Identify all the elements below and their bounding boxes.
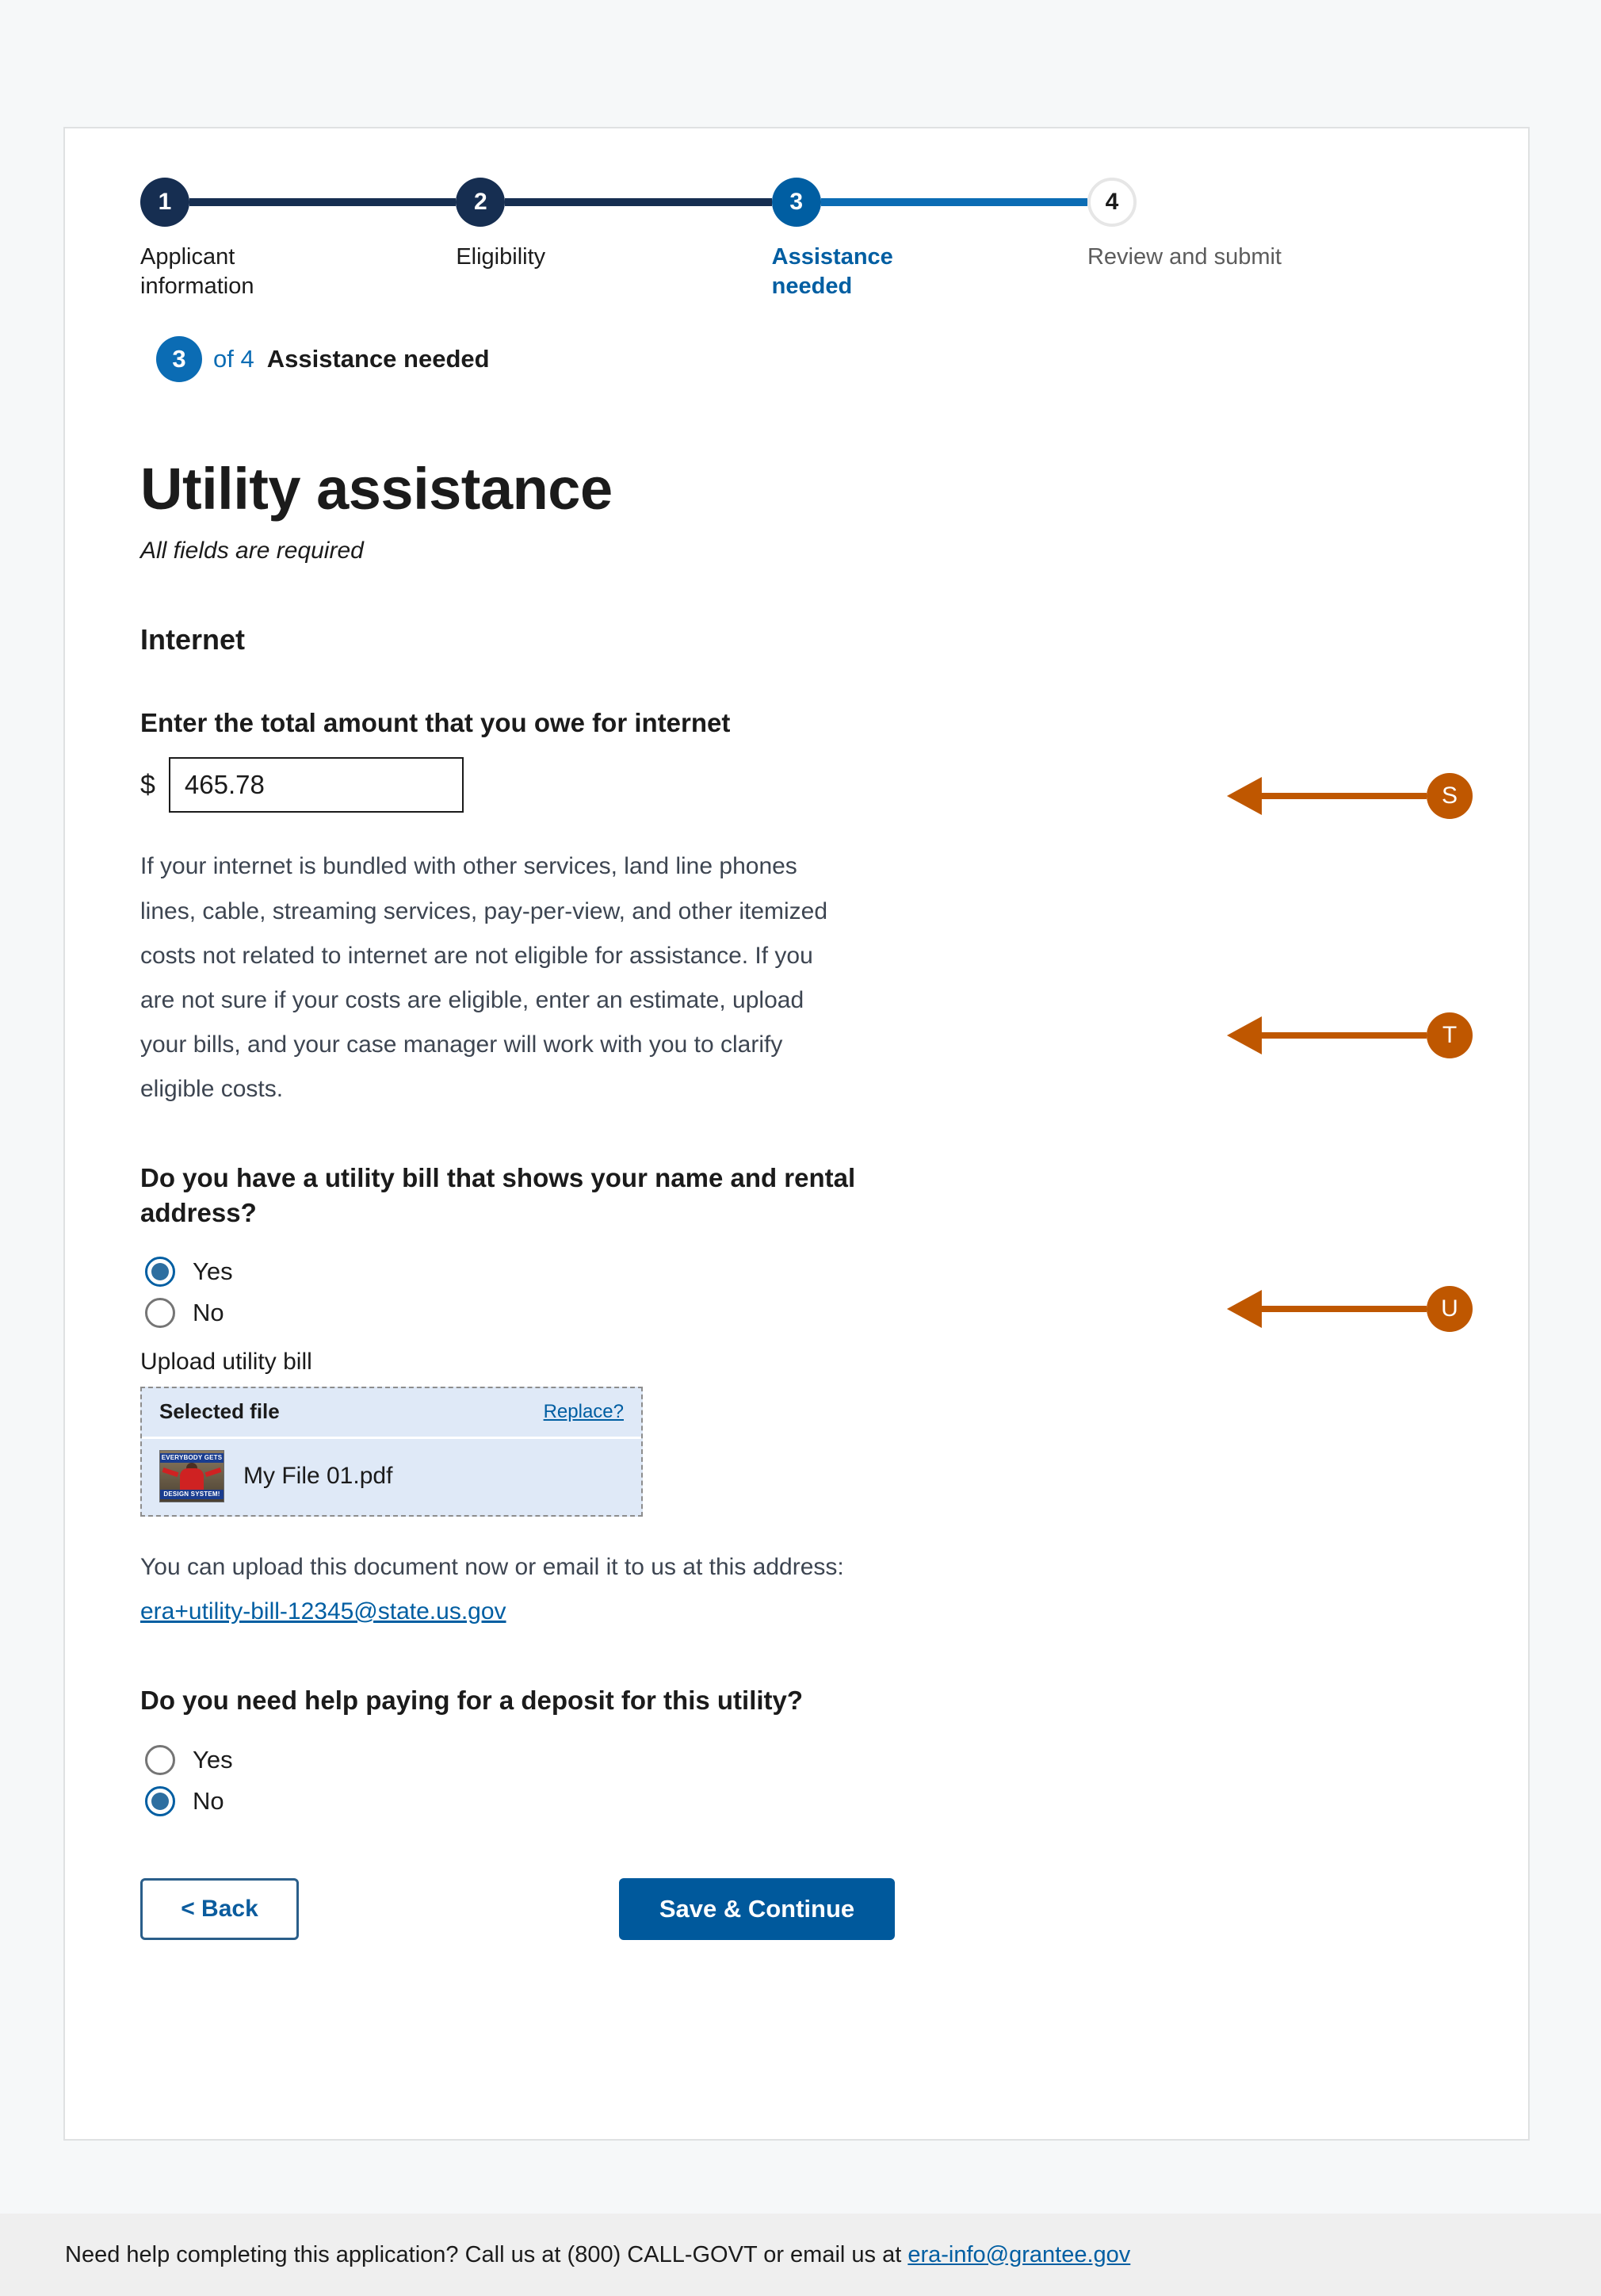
- thumbnail-figure-arm-left: [162, 1468, 179, 1478]
- radio-icon-unselected[interactable]: [145, 1744, 175, 1775]
- progress-step-3-label: Assistance needed: [771, 244, 893, 300]
- progress-step-2[interactable]: 2 Eligibility: [456, 178, 772, 272]
- progress-step-1[interactable]: 1 Applicant information: [140, 178, 457, 301]
- upload-email-note: You can upload this document now or emai…: [140, 1545, 854, 1634]
- file-upload-header: Selected file Replace?: [142, 1388, 641, 1440]
- progress-step-indicator: 1 Applicant information 2 Eligibility 3 …: [140, 178, 1282, 301]
- bill-question-radio-group: Yes No: [140, 1257, 1528, 1329]
- thumbnail-top-caption: EVERYBODY GETS A: [160, 1453, 224, 1464]
- progress-step-4-bullet: 4: [1087, 178, 1137, 227]
- progress-step-4-row: 4: [1087, 178, 1282, 227]
- step-counter: 3 of 4 Assistance needed: [156, 336, 1528, 383]
- dollar-sign-prefix: $: [140, 769, 155, 800]
- card-inner: 1 Applicant information 2 Eligibility 3 …: [65, 128, 1528, 2139]
- progress-step-1-bullet: 1: [140, 178, 189, 227]
- progress-step-4-label: Review and submit: [1087, 244, 1282, 270]
- form-content: Utility assistance All fields are requir…: [140, 458, 1528, 1940]
- application-card: 1 Applicant information 2 Eligibility 3 …: [63, 127, 1530, 2141]
- progress-step-2-label: Eligibility: [456, 244, 546, 270]
- page-footer: Need help completing this application? C…: [0, 2214, 1601, 2296]
- page-title: Utility assistance: [140, 456, 613, 522]
- radio-icon-selected[interactable]: [145, 1257, 175, 1288]
- bill-question-option-no[interactable]: No: [140, 1298, 1528, 1329]
- thumbnail-figure-arm-right: [204, 1468, 222, 1478]
- deposit-question-option-no[interactable]: No: [140, 1785, 1528, 1816]
- progress-connector-1: [189, 198, 457, 206]
- step-counter-of: of 4: [213, 345, 254, 373]
- footer-help-text: Need help completing this application? C…: [65, 2242, 1130, 2268]
- internet-amount-input[interactable]: [168, 757, 464, 813]
- deposit-question-option-yes[interactable]: Yes: [140, 1744, 1528, 1775]
- bill-question-option-no-label: No: [193, 1299, 224, 1327]
- footer-text-prefix: Need help completing this application? C…: [65, 2241, 908, 2267]
- progress-step-1-row: 1: [140, 178, 457, 227]
- bill-question-label: Do you have a utility bill that shows yo…: [140, 1163, 856, 1227]
- save-and-continue-button[interactable]: Save & Continue: [619, 1877, 895, 1940]
- file-thumbnail-icon: EVERYBODY GETS A DESIGN SYSTEM!: [159, 1450, 224, 1503]
- progress-step-4[interactable]: 4 Review and submit: [1087, 178, 1282, 272]
- deposit-question-option-yes-label: Yes: [193, 1745, 233, 1774]
- progress-connector-2: [505, 198, 772, 206]
- footer-email-link[interactable]: era-info@grantee.gov: [907, 2242, 1130, 2267]
- progress-step-2-row: 2: [456, 178, 772, 227]
- amount-field-row: $: [140, 757, 1528, 813]
- progress-connector-3: [820, 198, 1087, 206]
- section-title-internet: Internet: [140, 622, 246, 656]
- upload-note-prefix: You can upload this document now or emai…: [140, 1554, 844, 1581]
- radio-icon-unselected[interactable]: [145, 1298, 175, 1329]
- step-counter-title: Assistance needed: [266, 345, 490, 373]
- selected-file-heading: Selected file: [159, 1399, 280, 1424]
- internet-help-text: If your internet is bundled with other s…: [140, 853, 828, 1102]
- form-action-buttons: < Back Save & Continue: [140, 1877, 1528, 1940]
- file-upload-row: EVERYBODY GETS A DESIGN SYSTEM! My File …: [142, 1439, 641, 1515]
- upload-email-link[interactable]: era+utility-bill-12345@state.us.gov: [140, 1598, 506, 1624]
- file-upload-box[interactable]: Selected file Replace? EVERYBODY GETS A …: [140, 1387, 643, 1517]
- progress-step-1-label: Applicant information: [140, 244, 254, 300]
- progress-step-3-bullet: 3: [771, 178, 821, 227]
- replace-file-link[interactable]: Replace?: [544, 1401, 624, 1423]
- bill-question-option-yes[interactable]: Yes: [140, 1257, 1528, 1288]
- all-fields-required-note: All fields are required: [140, 537, 364, 564]
- progress-step-3[interactable]: 3 Assistance needed: [771, 178, 1087, 301]
- thumbnail-bottom-caption: DESIGN SYSTEM!: [160, 1490, 224, 1500]
- step-counter-badge: 3: [156, 336, 202, 383]
- radio-icon-selected[interactable]: [145, 1785, 175, 1816]
- bill-question-option-yes-label: Yes: [193, 1257, 233, 1286]
- deposit-question-option-no-label: No: [193, 1786, 224, 1815]
- uploaded-file-name: My File 01.pdf: [243, 1463, 393, 1490]
- amount-field-label: Enter the total amount that you owe for …: [140, 707, 731, 737]
- back-button[interactable]: < Back: [140, 1877, 299, 1940]
- progress-step-3-row: 3: [771, 178, 1087, 227]
- progress-step-2-bullet: 2: [456, 178, 506, 227]
- upload-utility-bill-label: Upload utility bill: [140, 1349, 312, 1376]
- deposit-question-label: Do you need help paying for a deposit fo…: [140, 1686, 804, 1716]
- deposit-question-radio-group: Yes No: [140, 1744, 1528, 1816]
